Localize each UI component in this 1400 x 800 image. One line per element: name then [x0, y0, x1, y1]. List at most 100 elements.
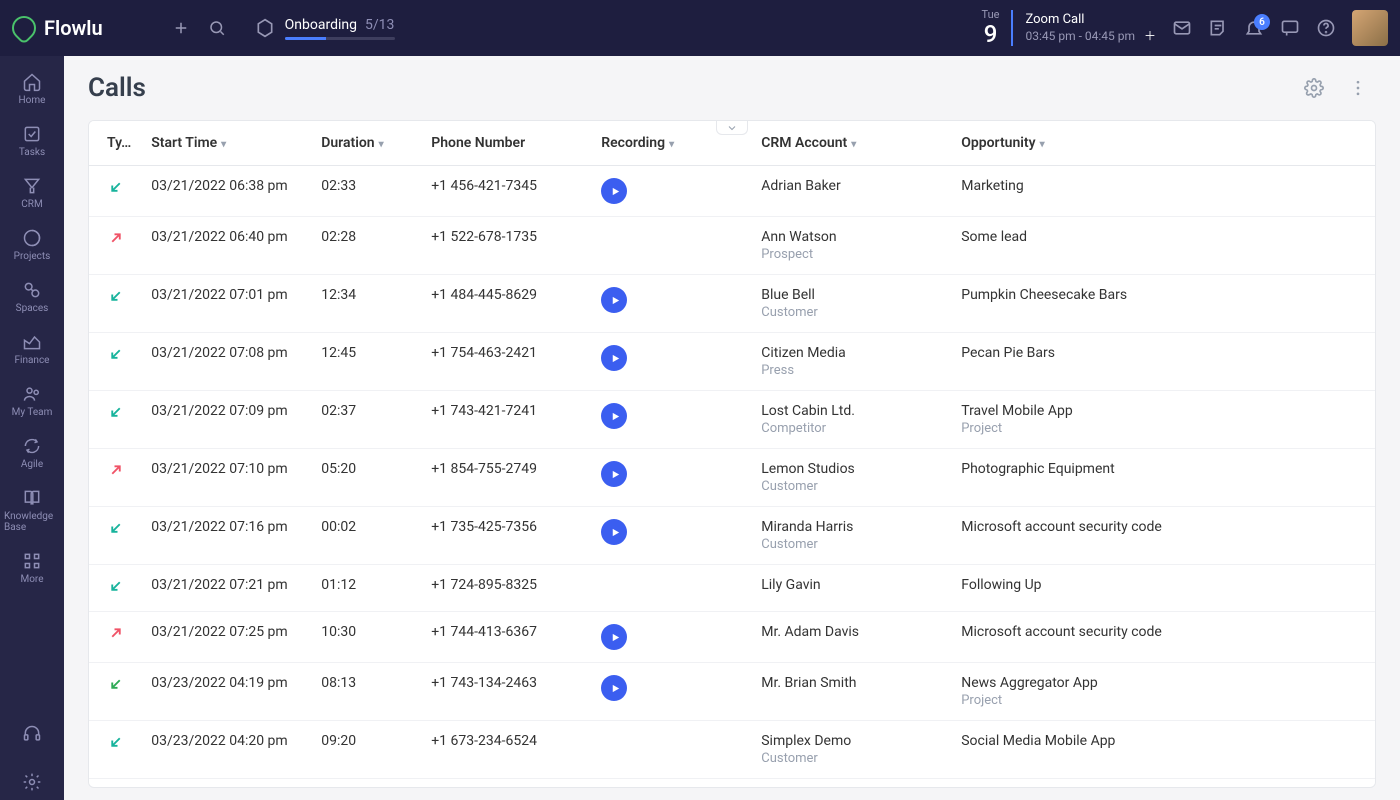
help-button[interactable]: [1308, 10, 1344, 46]
crm-account-name[interactable]: Simplex Demo: [761, 733, 941, 749]
sidebar-item-label: Spaces: [16, 303, 49, 314]
logo[interactable]: Flowlu: [12, 16, 103, 40]
crm-account-name[interactable]: Lily Gavin: [761, 577, 941, 593]
notifications-button[interactable]: 6: [1236, 10, 1272, 46]
spaces-icon: [22, 280, 42, 300]
more-icon: [22, 551, 42, 571]
table-row[interactable]: 03/21/2022 07:08 pm12:45+1 754-463-2421C…: [89, 333, 1375, 391]
col-phone[interactable]: Phone Number: [421, 121, 591, 166]
table-row[interactable]: 03/21/2022 07:01 pm12:34+1 484-445-8629B…: [89, 275, 1375, 333]
opportunity-name[interactable]: Microsoft account security code: [961, 519, 1365, 535]
play-recording-button[interactable]: [601, 178, 627, 204]
sidebar-item-spaces[interactable]: Spaces: [4, 272, 60, 322]
chat-button[interactable]: [1272, 10, 1308, 46]
table-row[interactable]: 03/21/2022 07:25 pm10:30+1 744-413-6367M…: [89, 612, 1375, 663]
sidebar-item-home[interactable]: Home: [4, 64, 60, 114]
crm-account-type: Customer: [761, 751, 941, 766]
agile-icon: [22, 436, 42, 456]
add-button[interactable]: [163, 10, 199, 46]
opportunity-name[interactable]: Pecan Pie Bars: [961, 345, 1365, 361]
mail-button[interactable]: [1164, 10, 1200, 46]
play-recording-button[interactable]: [601, 461, 627, 487]
chevron-down-icon: ▾: [851, 139, 856, 150]
call-direction-icon: [107, 184, 125, 200]
crm-account-name[interactable]: Mr. Brian Smith: [761, 675, 941, 691]
sidebar-item-myteam[interactable]: My Team: [4, 376, 60, 426]
duration: 02:33: [321, 178, 356, 194]
onboarding-label: Onboarding: [285, 17, 357, 33]
crm-account-type: Competitor: [761, 421, 941, 436]
crm-account-name[interactable]: Lemon Studios: [761, 461, 941, 477]
play-recording-button[interactable]: [601, 287, 627, 313]
opportunity-name[interactable]: Travel Mobile App: [961, 403, 1365, 419]
onboarding-count: 5/13: [365, 17, 394, 33]
table-row[interactable]: 03/21/2022 07:21 pm01:12+1 724-895-8325L…: [89, 565, 1375, 612]
onboarding-widget[interactable]: Onboarding 5/13: [255, 17, 395, 40]
play-recording-button[interactable]: [601, 624, 627, 650]
crm-account-name[interactable]: Mr. Adam Davis: [761, 624, 941, 640]
opportunity-name[interactable]: Social Media Mobile App: [961, 733, 1365, 749]
gear-icon: [22, 772, 42, 792]
chevron-down-icon: ▾: [1040, 139, 1045, 150]
search-button[interactable]: [199, 10, 235, 46]
phone-number: +1 744-413-6367: [431, 624, 537, 640]
sidebar-settings[interactable]: [4, 764, 60, 800]
opportunity-name[interactable]: Marketing: [961, 178, 1365, 194]
col-start-time[interactable]: Start Time▾: [141, 121, 311, 166]
play-recording-button[interactable]: [601, 345, 627, 371]
start-time: 03/21/2022 07:01 pm: [151, 287, 287, 303]
more-button[interactable]: [1340, 70, 1376, 106]
sidebar-item-kb[interactable]: Knowledge Base: [4, 480, 60, 541]
play-recording-button[interactable]: [601, 675, 627, 701]
col-type[interactable]: Ty…: [89, 121, 141, 166]
sidebar-item-agile[interactable]: Agile: [4, 428, 60, 478]
chevron-down-icon: ▾: [669, 139, 674, 150]
col-opportunity[interactable]: Opportunity▾: [951, 121, 1375, 166]
table-row[interactable]: 03/21/2022 06:40 pm02:28+1 522-678-1735A…: [89, 217, 1375, 275]
opportunity-name[interactable]: Photographic Equipment: [961, 461, 1365, 477]
table-row[interactable]: 03/23/2022 04:19 pm08:13+1 743-134-2463M…: [89, 663, 1375, 721]
sidebar-item-crm[interactable]: CRM: [4, 168, 60, 218]
sidebar-item-finance[interactable]: Finance: [4, 324, 60, 374]
opportunity-name[interactable]: Pumpkin Cheesecake Bars: [961, 287, 1365, 303]
table-row[interactable]: 03/21/2022 06:38 pm02:33+1 456-421-7345A…: [89, 166, 1375, 217]
call-direction-icon: [107, 467, 125, 483]
crm-account-name[interactable]: Adrian Baker: [761, 178, 941, 194]
crm-account-name[interactable]: Miranda Harris: [761, 519, 941, 535]
sidebar-item-more[interactable]: More: [4, 543, 60, 593]
settings-button[interactable]: [1296, 70, 1332, 106]
col-crm-account[interactable]: CRM Account▾: [751, 121, 951, 166]
date-day: 9: [982, 21, 1000, 47]
crm-account-name[interactable]: Lost Cabin Ltd.: [761, 403, 941, 419]
date-event-widget[interactable]: Tue 9 Zoom Call 03:45 pm - 04:45 pm ＋: [982, 9, 1156, 47]
phone-number: +1 522-678-1735: [431, 229, 537, 245]
duration: 10:30: [321, 624, 356, 640]
avatar[interactable]: [1352, 10, 1388, 46]
sidebar-item-projects[interactable]: Projects: [4, 220, 60, 270]
notes-button[interactable]: [1200, 10, 1236, 46]
crm-account-name[interactable]: Citizen Media: [761, 345, 941, 361]
calls-table-container: Ty… Start Time▾ Duration▾ Phone Number R…: [88, 120, 1376, 788]
phone-number: +1 735-425-7356: [431, 519, 537, 535]
crm-account-name[interactable]: Ann Watson: [761, 229, 941, 245]
plus-icon[interactable]: ＋: [1144, 29, 1156, 43]
table-row[interactable]: 03/23/2022 04:20 pm01:38+1 954-352-8632T…: [89, 779, 1375, 789]
opportunity-name[interactable]: Following Up: [961, 577, 1365, 593]
duration: 02:28: [321, 229, 356, 245]
opportunity-name[interactable]: Some lead: [961, 229, 1365, 245]
opportunity-name[interactable]: News Aggregator App: [961, 675, 1365, 691]
crm-account-name[interactable]: Blue Bell: [761, 287, 941, 303]
table-row[interactable]: 03/21/2022 07:16 pm00:02+1 735-425-7356M…: [89, 507, 1375, 565]
play-recording-button[interactable]: [601, 403, 627, 429]
table-row[interactable]: 03/21/2022 07:10 pm05:20+1 854-755-2749L…: [89, 449, 1375, 507]
sidebar-item-tasks[interactable]: Tasks: [4, 116, 60, 166]
phone-number: +1 456-421-7345: [431, 178, 537, 194]
table-row[interactable]: 03/21/2022 07:09 pm02:37+1 743-421-7241L…: [89, 391, 1375, 449]
call-direction-icon: [107, 739, 125, 755]
play-recording-button[interactable]: [601, 519, 627, 545]
table-row[interactable]: 03/23/2022 04:20 pm09:20+1 673-234-6524S…: [89, 721, 1375, 779]
opportunity-name[interactable]: Microsoft account security code: [961, 624, 1365, 640]
sidebar-support[interactable]: [4, 716, 60, 752]
col-duration[interactable]: Duration▾: [311, 121, 421, 166]
expand-panel-button[interactable]: [716, 121, 748, 135]
